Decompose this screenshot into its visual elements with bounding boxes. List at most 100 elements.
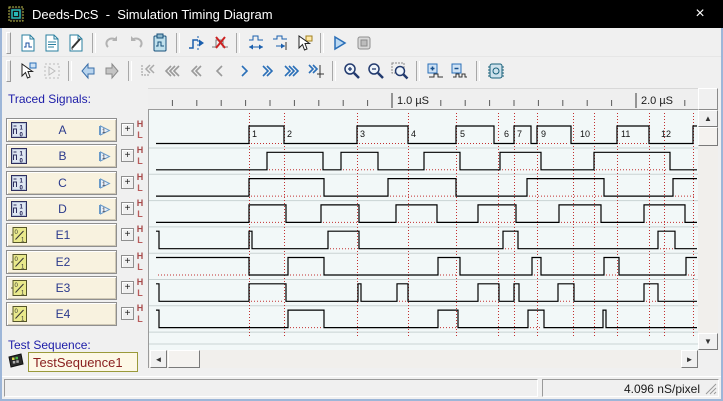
- remove-trace-button[interactable]: [448, 60, 472, 82]
- signal-name-label: E3: [27, 281, 99, 295]
- zoom-out-icon: [366, 61, 386, 81]
- zoom-out-button[interactable]: [364, 60, 388, 82]
- waveform-D: [156, 205, 697, 223]
- rewind-button[interactable]: [184, 60, 208, 82]
- signal-name-label: C: [27, 176, 98, 190]
- waveform-A: [156, 126, 697, 144]
- go-to-end-button[interactable]: [304, 60, 328, 82]
- toolbar-grip[interactable]: [6, 32, 11, 54]
- waveform-C: [156, 179, 697, 197]
- waveform-E3: [156, 284, 697, 302]
- scroll-down-button[interactable]: ▼: [698, 333, 718, 350]
- simulation-timing-window: Deeds-DcS - Simulation Timing Diagram ×: [0, 0, 723, 401]
- scroll-up-icon: ▲: [704, 114, 712, 123]
- toolbar-separator: [92, 33, 96, 53]
- undo-button[interactable]: [100, 32, 124, 54]
- advance-button[interactable]: [256, 60, 280, 82]
- back-button[interactable]: [76, 60, 100, 82]
- close-button[interactable]: ×: [677, 0, 723, 28]
- zoom-region-button[interactable]: [388, 60, 412, 82]
- signal-row-B[interactable]: 10B1: [6, 144, 117, 168]
- traced-signals-panel: Traced Signals: 10A1+HL10B1+HL10C1+HL10D…: [2, 86, 148, 378]
- scroll-up-button[interactable]: ▲: [698, 110, 718, 127]
- waveform-plot[interactable]: 12345679101112: [148, 110, 698, 350]
- high-label: H: [132, 172, 148, 183]
- copy-diagram-button[interactable]: [16, 32, 40, 54]
- add-trace-button[interactable]: [424, 60, 448, 82]
- zoom-in-icon: [342, 61, 362, 81]
- probe-pointer-button[interactable]: [16, 60, 40, 82]
- high-label: H: [132, 119, 148, 130]
- signal-name-label: A: [27, 123, 98, 137]
- forward-button[interactable]: [100, 60, 124, 82]
- stretch-interval-button[interactable]: [244, 32, 268, 54]
- signal-row-C[interactable]: 10C1: [6, 171, 117, 195]
- test-sequence-input[interactable]: [28, 352, 138, 372]
- run-simulation-button[interactable]: [328, 32, 352, 54]
- view-circuit-button[interactable]: [484, 60, 508, 82]
- signal-row-E2[interactable]: 01E2: [6, 250, 117, 274]
- redo-button[interactable]: [124, 32, 148, 54]
- svg-text:11: 11: [621, 129, 630, 139]
- insert-edge-button[interactable]: [184, 32, 208, 54]
- zoom-region-icon: [390, 61, 410, 81]
- zoom-in-button[interactable]: [340, 60, 364, 82]
- stop-simulation-button[interactable]: [352, 32, 376, 54]
- run-simulation-icon: [330, 33, 350, 53]
- svg-text:2: 2: [287, 129, 292, 139]
- low-label: L: [132, 209, 148, 220]
- high-label: H: [132, 198, 148, 209]
- advance-fast-button[interactable]: [280, 60, 304, 82]
- signal-row-D[interactable]: 10D1: [6, 197, 117, 221]
- signal-row-A[interactable]: 10A1: [6, 118, 117, 142]
- low-label: L: [132, 314, 148, 325]
- vertical-scroll-thumb[interactable]: [698, 127, 718, 146]
- paste-icon: [150, 33, 170, 53]
- horizontal-scroll-thumb[interactable]: [168, 350, 200, 368]
- toolbar-separator: [332, 61, 336, 81]
- delete-edge-button[interactable]: [208, 32, 232, 54]
- copy-text-icon: [42, 33, 62, 53]
- signal-level-labels: HL: [132, 198, 148, 220]
- step-forward-button[interactable]: [232, 60, 256, 82]
- copy-text-button[interactable]: [40, 32, 64, 54]
- probe-icon: 1: [98, 124, 112, 137]
- rewind-fast-button[interactable]: [160, 60, 184, 82]
- erase-diagram-button[interactable]: [64, 32, 88, 54]
- signal-row-E4[interactable]: 01E4: [6, 302, 117, 326]
- window-title: Deeds-DcS - Simulation Timing Diagram: [32, 7, 273, 22]
- high-label: H: [132, 277, 148, 288]
- signal-row-E1[interactable]: 01E1: [6, 223, 117, 247]
- app-icon: [8, 6, 24, 22]
- probe-disabled-button[interactable]: [40, 60, 64, 82]
- signal-level-labels: HL: [132, 277, 148, 299]
- svg-text:1.0 µS: 1.0 µS: [397, 95, 429, 107]
- paste-button[interactable]: [148, 32, 172, 54]
- waveform-E2: [156, 258, 697, 276]
- signal-name-label: E1: [27, 228, 99, 242]
- switch-icon: 01: [11, 227, 27, 243]
- stretch-interval-icon: [246, 33, 266, 53]
- scroll-right-button[interactable]: ►: [681, 350, 698, 368]
- waveform-E4: [156, 310, 697, 328]
- switch-icon: 01: [11, 306, 27, 322]
- horizontal-scrollbar[interactable]: ◄ ►: [148, 350, 698, 368]
- signal-row-E3[interactable]: 01E3: [6, 276, 117, 300]
- signal-level-labels: HL: [132, 224, 148, 246]
- toolbar-grip[interactable]: [6, 60, 11, 82]
- resize-grip[interactable]: [704, 382, 717, 395]
- advance-icon: [258, 61, 278, 81]
- step-back-button[interactable]: [208, 60, 232, 82]
- edit-pointer-icon: [294, 33, 314, 53]
- scroll-left-button[interactable]: ◄: [150, 350, 167, 368]
- probe-icon: 1: [98, 203, 112, 216]
- toolbar-separator: [128, 61, 132, 81]
- ruler-corner: [698, 88, 718, 110]
- edit-pointer-button[interactable]: [292, 32, 316, 54]
- low-label: L: [132, 288, 148, 299]
- vertical-scrollbar[interactable]: ▲ ▼: [698, 110, 718, 350]
- shrink-interval-button[interactable]: [268, 32, 292, 54]
- go-to-start-button[interactable]: [136, 60, 160, 82]
- add-trace-icon: [426, 61, 446, 81]
- signal-level-labels: HL: [132, 251, 148, 273]
